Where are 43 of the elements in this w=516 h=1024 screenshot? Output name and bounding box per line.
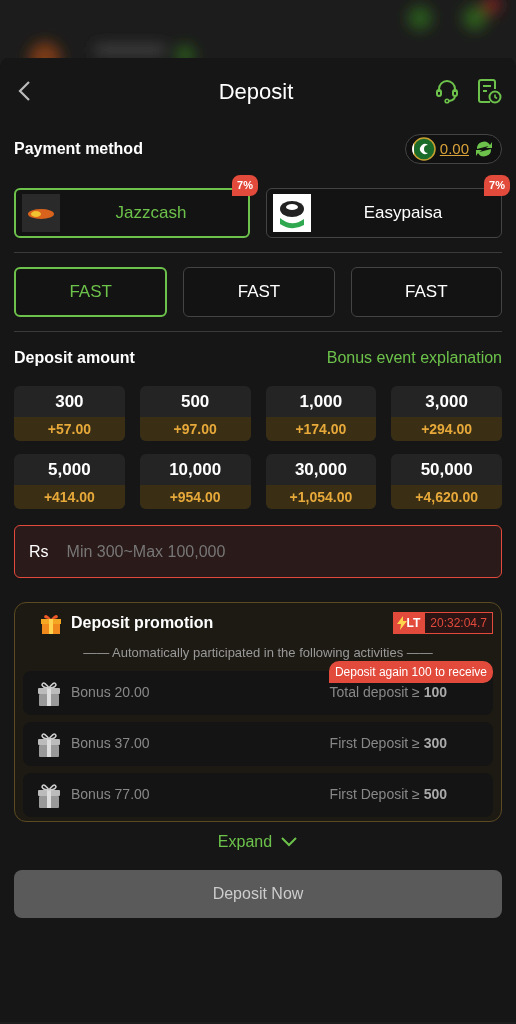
amount-option[interactable]: 5,000 +414.00 [14, 454, 125, 509]
channel-button[interactable]: FAST [14, 267, 168, 317]
bonus-badge: 7% [232, 175, 258, 196]
deposit-tooltip: Deposit again 100 to receive [328, 660, 493, 683]
page-title: Deposit [217, 77, 295, 106]
bonus-amount: Bonus 77.00 [71, 785, 151, 804]
chevron-down-icon [280, 835, 299, 848]
headset-icon[interactable] [434, 78, 460, 104]
refresh-icon[interactable] [473, 138, 495, 160]
amount-option[interactable]: 300 +57.00 [14, 386, 125, 441]
history-icon[interactable] [476, 78, 502, 104]
lightning-icon [396, 616, 407, 630]
amount-field[interactable]: Rs Min 300~Max 100,000 [14, 525, 502, 578]
currency-label: Rs [29, 541, 49, 562]
amount-option[interactable]: 10,000 +954.00 [139, 454, 251, 509]
bonus-explanation-link[interactable]: Bonus event explanation [326, 346, 502, 370]
amount-option[interactable]: 1,000 +174.00 [265, 386, 377, 441]
easypaisa-logo-icon [273, 194, 311, 232]
bonus-condition: First Deposit ≥ 300 [329, 734, 447, 753]
payment-method-button[interactable]: Jazzcash [14, 188, 250, 238]
jazzcash-logo-icon [22, 194, 60, 232]
section-title: Deposit amount [14, 348, 135, 368]
amount-option[interactable]: 500 +97.00 [139, 386, 251, 441]
limited-time-tag: LT [392, 612, 425, 634]
bonus-amount: Bonus 20.00 [71, 683, 151, 702]
amount-option[interactable]: 50,000 +4,620.00 [391, 454, 502, 509]
amount-input-field[interactable]: Min 300~Max 100,000 [64, 538, 487, 565]
section-title: Payment method [14, 139, 143, 159]
channel-button[interactable]: FAST [183, 267, 335, 317]
promotion-title: Deposit promotion [71, 613, 214, 633]
amount-option[interactable]: 3,000 +294.00 [391, 386, 502, 441]
promotion-note: —— Automatically participated in the following activities —— [82, 644, 434, 662]
flag-icon [411, 137, 436, 161]
channel-button[interactable]: FAST [350, 267, 502, 317]
bonus-condition: First Deposit ≥ 500 [329, 785, 447, 804]
expand-link[interactable]: Expand [217, 829, 299, 854]
bonus-condition: Total deposit ≥ 100 [329, 683, 447, 702]
balance-value[interactable]: 0.00 [439, 137, 469, 161]
bonus-amount: Bonus 37.00 [71, 734, 151, 753]
payment-method-button[interactable]: Easypaisa [266, 188, 502, 238]
countdown-timer: 20:32:04.7 [424, 612, 493, 634]
bonus-badge: 7% [484, 175, 510, 196]
amount-option[interactable]: 30,000 +1,054.00 [265, 454, 377, 509]
